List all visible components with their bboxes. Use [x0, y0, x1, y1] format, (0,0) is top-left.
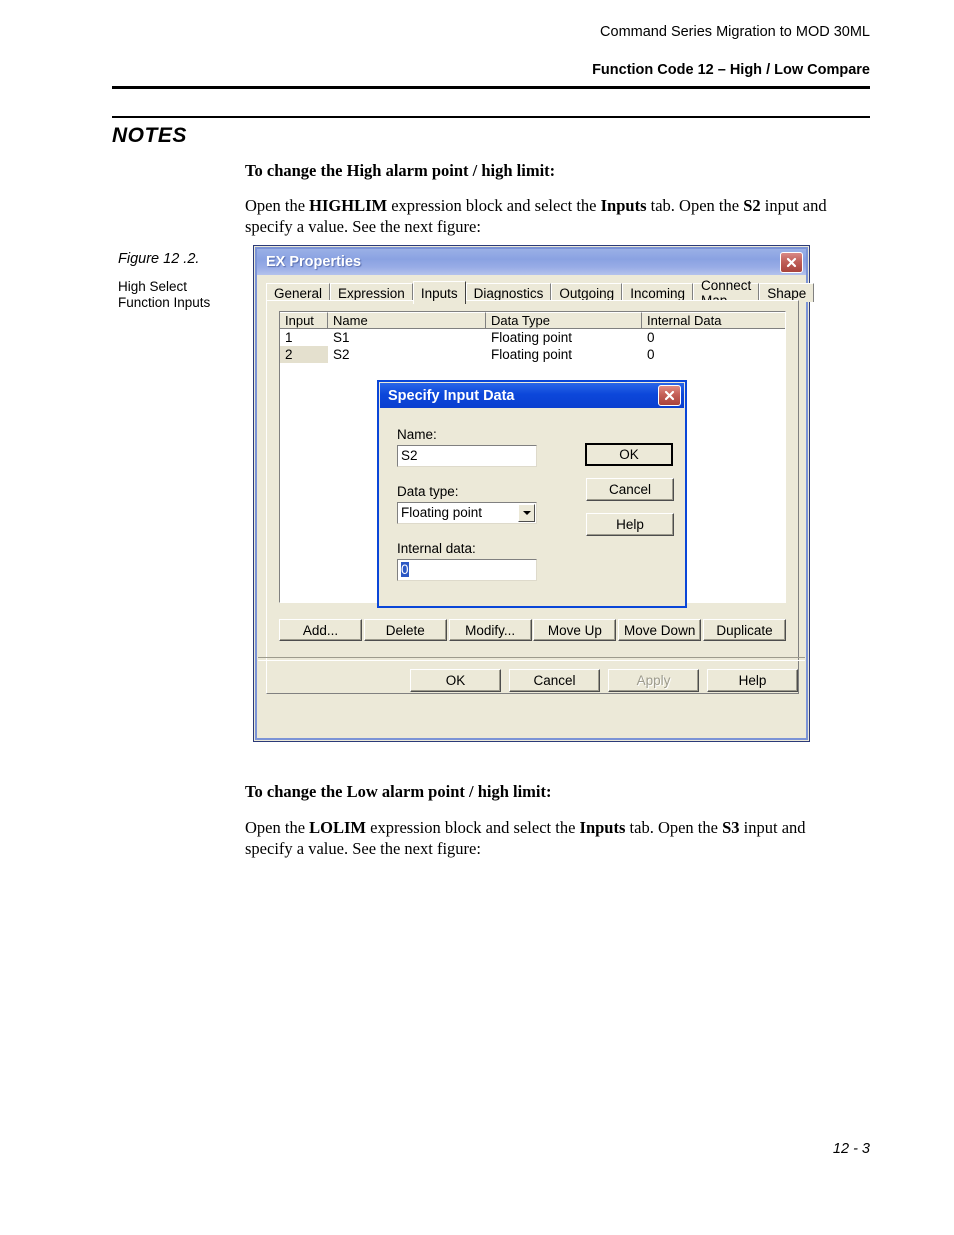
- cell-internal-data: 0: [647, 330, 655, 345]
- s1-bold-s2: S2: [743, 196, 761, 215]
- help-button[interactable]: Help: [707, 669, 798, 692]
- cell-input: 1: [285, 330, 293, 345]
- s1-text-c: tab. Open the: [646, 196, 744, 215]
- data-type-label: Data type:: [397, 484, 459, 499]
- table-row[interactable]: 1 S1 Floating point 0: [280, 329, 785, 346]
- section-2-heading: To change the Low alarm point / high lim…: [245, 782, 552, 801]
- data-type-select[interactable]: Floating point: [397, 502, 537, 524]
- tab-outgoing-label: Outgoing: [559, 285, 615, 301]
- s1-bold-inputs: Inputs: [600, 196, 647, 215]
- modal-title-text: Specify Input Data: [388, 387, 515, 404]
- modal-cancel-button[interactable]: Cancel: [586, 478, 674, 501]
- modal-titlebar: Specify Input Data: [380, 383, 684, 408]
- s1-text-a: Open the: [245, 196, 310, 215]
- delete-button[interactable]: Delete: [363, 619, 447, 641]
- close-icon[interactable]: [658, 385, 681, 406]
- tab-strip: General Expression Inputs Diagnostics Ou…: [266, 278, 815, 308]
- s2-bold-lolim: LOLIM: [309, 818, 366, 837]
- cell-internal-data: 0: [647, 347, 655, 362]
- close-icon[interactable]: [780, 252, 803, 273]
- notes-heading: NOTES: [112, 124, 187, 147]
- list-action-buttons: Add... Delete Modify... Move Up Move Dow…: [279, 619, 786, 641]
- footer-divider: [258, 657, 805, 661]
- name-field[interactable]: S2: [397, 445, 537, 467]
- s2-text-c: tab. Open the: [625, 818, 723, 837]
- list-header-row: Input Name Data Type Internal Data: [280, 312, 785, 329]
- internal-data-label: Internal data:: [397, 541, 476, 556]
- header-rule: [112, 86, 870, 89]
- modify-button[interactable]: Modify...: [448, 619, 532, 641]
- column-header-internal-data[interactable]: Internal Data: [642, 312, 785, 329]
- internal-data-field[interactable]: 0: [397, 559, 537, 581]
- page-number: 12 - 3: [832, 1141, 870, 1157]
- s2-bold-s3: S3: [722, 818, 740, 837]
- figure-caption: Figure 12 .2.: [118, 251, 200, 267]
- apply-button: Apply: [608, 669, 699, 692]
- tab-diagnostics-label: Diagnostics: [473, 285, 544, 301]
- s2-bold-inputs: Inputs: [579, 818, 626, 837]
- column-header-name[interactable]: Name: [328, 312, 486, 329]
- dialog-footer-buttons: OK Cancel Apply Help: [410, 669, 798, 692]
- window-titlebar: EX Properties: [257, 249, 806, 275]
- table-row[interactable]: 2 S2 Floating point 0: [280, 346, 785, 363]
- column-header-data-type[interactable]: Data Type: [486, 312, 642, 329]
- running-header-title: Command Series Migration to MOD 30ML: [600, 24, 870, 40]
- s2-text-a: Open the: [245, 818, 310, 837]
- cancel-button[interactable]: Cancel: [509, 669, 600, 692]
- add-button[interactable]: Add...: [279, 619, 362, 641]
- s2-text-b: expression block and select the: [366, 818, 580, 837]
- data-type-value: Floating point: [401, 505, 483, 520]
- modal-help-button[interactable]: Help: [586, 513, 674, 536]
- section-2-paragraph: Open the LOLIM expression block and sele…: [245, 817, 845, 859]
- tab-expression-label: Expression: [338, 285, 405, 301]
- cell-input: 2: [280, 346, 328, 363]
- running-header-subtitle: Function Code 12 – High / Low Compare: [592, 62, 870, 78]
- modal-ok-button[interactable]: OK: [585, 443, 673, 466]
- internal-data-value: 0: [401, 562, 409, 577]
- s1-bold-highlim: HIGHLIM: [309, 196, 388, 215]
- duplicate-button[interactable]: Duplicate: [702, 619, 786, 641]
- document-page: Command Series Migration to MOD 30ML Fun…: [0, 0, 954, 1235]
- cell-data-type: Floating point: [491, 347, 573, 362]
- column-header-input[interactable]: Input: [280, 312, 328, 329]
- section-1-paragraph: Open the HIGHLIM expression block and se…: [245, 195, 860, 237]
- window-title: EX Properties: [266, 254, 362, 270]
- specify-input-data-dialog: Specify Input Data Name: S2 Data type: F…: [377, 380, 687, 608]
- tab-general-label: General: [274, 285, 323, 301]
- tab-shape-label: Shape: [767, 285, 807, 301]
- section-1-heading: To change the High alarm point / high li…: [245, 161, 556, 180]
- tab-incoming-label: Incoming: [630, 285, 685, 301]
- move-down-button[interactable]: Move Down: [618, 619, 702, 641]
- name-label: Name:: [397, 427, 437, 442]
- figure-subtitle-line2: Function Inputs: [118, 295, 211, 310]
- cell-name: S1: [333, 330, 350, 345]
- chevron-down-icon[interactable]: [518, 504, 535, 522]
- notes-rule: [112, 116, 870, 118]
- s1-text-b: expression block and select the: [387, 196, 601, 215]
- tab-inputs-label: Inputs: [420, 285, 458, 301]
- figure-subtitle-line1: High Select: [118, 279, 188, 294]
- cell-name: S2: [333, 347, 350, 362]
- cell-data-type: Floating point: [491, 330, 573, 345]
- ok-button[interactable]: OK: [410, 669, 501, 692]
- figure-subtitle: High Select Function Inputs: [118, 279, 210, 311]
- modal-frame: Specify Input Data Name: S2 Data type: F…: [379, 382, 685, 606]
- move-up-button[interactable]: Move Up: [533, 619, 617, 641]
- tab-inputs[interactable]: Inputs: [412, 281, 466, 304]
